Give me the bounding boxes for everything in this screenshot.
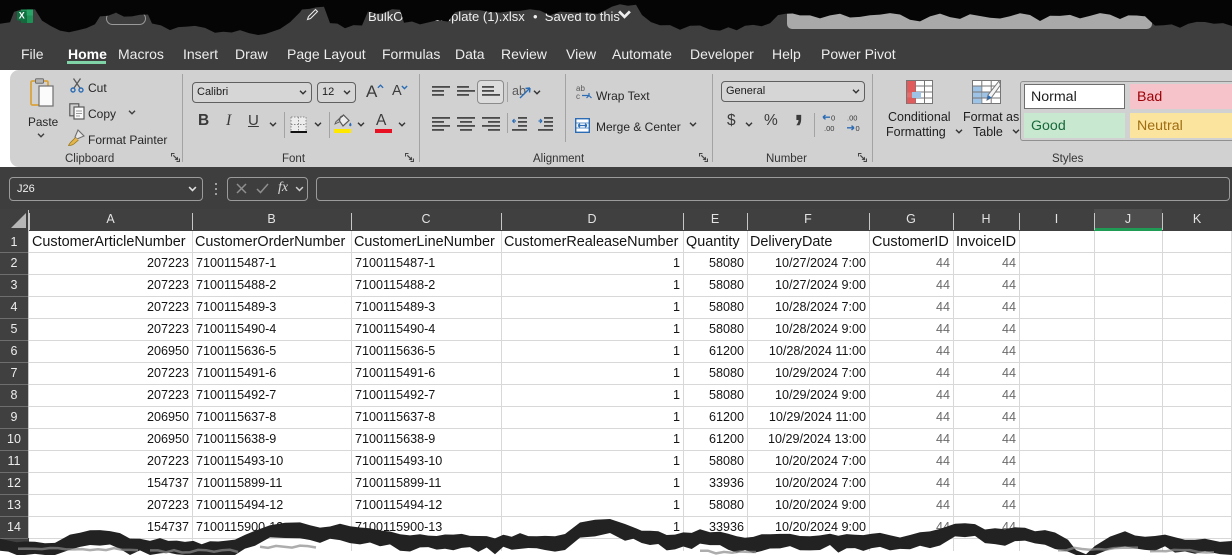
svg-text:.00: .00: [847, 114, 857, 123]
svg-text:0: 0: [856, 124, 860, 132]
svg-text:.00: .00: [824, 124, 834, 132]
svg-text:c: c: [576, 92, 580, 100]
svg-text:0: 0: [831, 114, 835, 123]
